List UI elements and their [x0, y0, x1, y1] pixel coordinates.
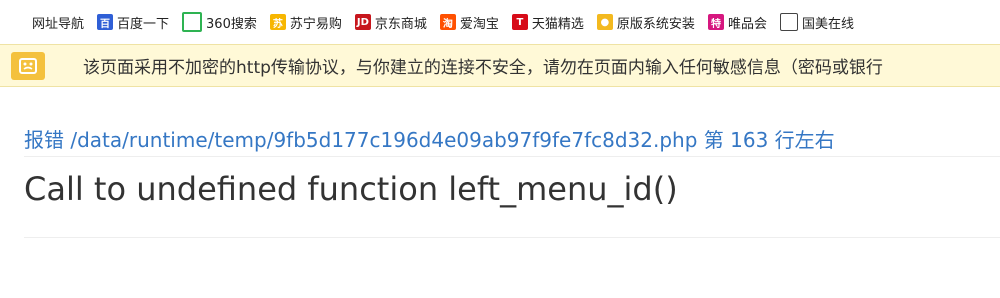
baidu-paw-icon: 百 [97, 14, 114, 30]
bookmark-baidu[interactable]: 百 百度一下 [97, 10, 169, 34]
bookmark-label: 苏宁易购 [289, 16, 342, 32]
bookmark-label: 唯品会 [727, 16, 767, 32]
bookmark-tmall[interactable]: T 天猫精选 [511, 10, 584, 34]
vip-icon: 特 [707, 14, 724, 30]
bookmark-vip[interactable]: 特 唯品会 [707, 10, 767, 34]
bookmark-suning[interactable]: 苏 苏宁易购 [269, 10, 342, 34]
bookmark-jd[interactable]: JD 京东商城 [354, 10, 427, 34]
bookmark-label: 爱淘宝 [459, 16, 499, 32]
globe-icon: ⊕ [779, 13, 798, 31]
bookmark-yuanban[interactable]: ● 原版系统安装 [596, 10, 695, 34]
error-location: 报错 /data/runtime/temp/9fb5d177c196d4e09a… [24, 128, 835, 152]
bookmark-label: 京东商城 [374, 16, 427, 32]
jd-icon: JD [354, 14, 371, 30]
bear-icon: ● [596, 14, 613, 30]
bookmark-label: 天猫精选 [531, 16, 584, 32]
bookmark-label: 百度一下 [117, 16, 170, 32]
bookmarks-bar: hao 网址导航 百 百度一下 360搜索 苏 苏宁易购 JD 京东商城 淘 爱… [0, 0, 1000, 44]
error-message: Call to undefined function left_menu_id(… [24, 170, 678, 208]
bookmark-guomei[interactable]: ⊕ 国美在线 [779, 10, 854, 34]
tmall-icon: T [511, 14, 528, 30]
taobao-icon: 淘 [439, 14, 456, 30]
security-warning-text: 该页面采用不加密的http传输协议，与你建立的连接不安全，请勿在页面内输入任何敏… [83, 58, 883, 78]
divider [24, 237, 1000, 238]
bookmark-label: 网址导航 [32, 16, 85, 32]
360-icon [182, 12, 203, 32]
hao123-icon: hao [10, 14, 30, 30]
bookmark-taobao[interactable]: 淘 爱淘宝 [439, 10, 499, 34]
divider [24, 156, 1000, 157]
bookmark-label: 国美在线 [801, 16, 854, 32]
security-warning-bar: 该页面采用不加密的http传输协议，与你建立的连接不安全，请勿在页面内输入任何敏… [0, 44, 1000, 87]
bookmark-label: 360搜索 [206, 16, 257, 32]
bookmark-360[interactable]: 360搜索 [182, 10, 257, 34]
warning-shield-icon [11, 51, 45, 80]
suning-icon: 苏 [269, 14, 286, 30]
bookmark-hao123[interactable]: hao 网址导航 [10, 10, 85, 34]
bookmark-label: 原版系统安装 [616, 16, 695, 32]
